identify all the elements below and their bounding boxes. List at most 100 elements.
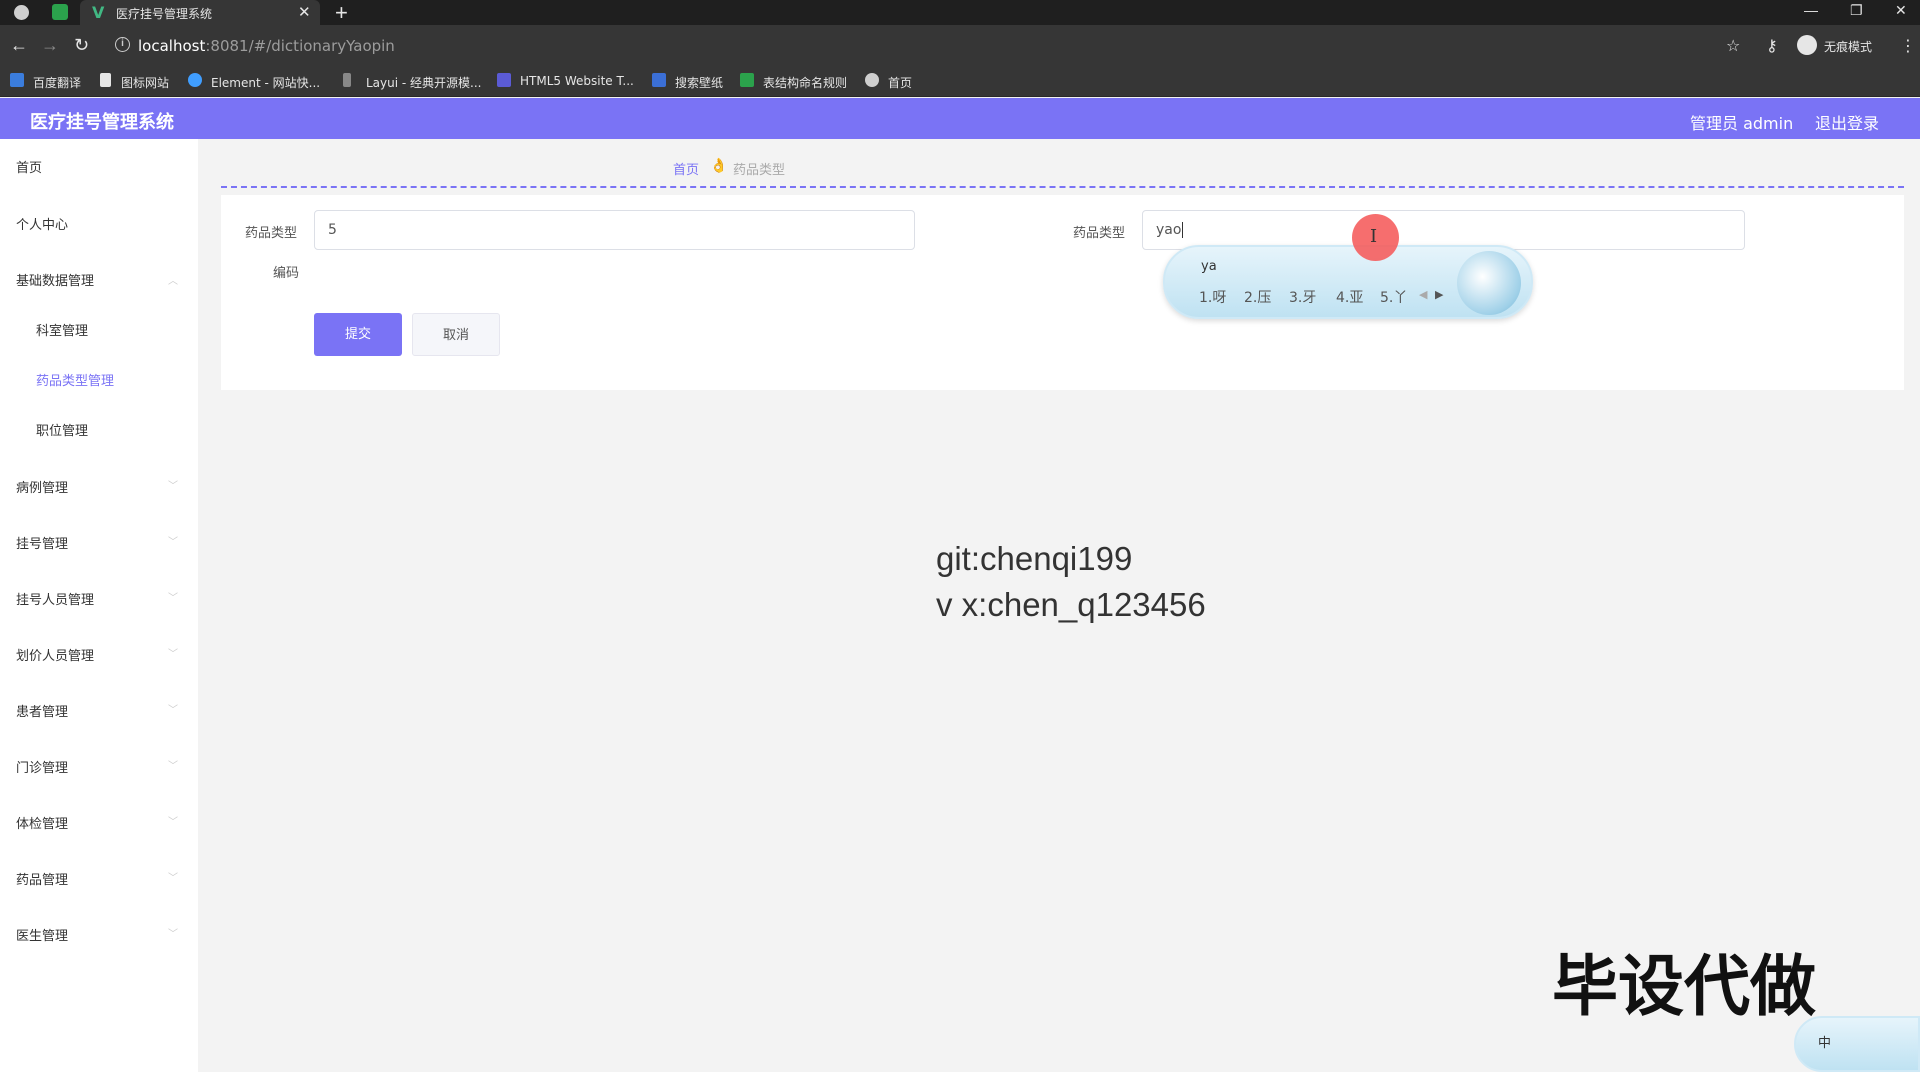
app-title: 医疗挂号管理系统 xyxy=(30,112,174,133)
reload-icon[interactable]: ↻ xyxy=(74,35,89,56)
sidebar-item-registrars[interactable]: 挂号人员管理 xyxy=(16,589,94,608)
browser-tab[interactable]: V 医疗挂号管理系统 ✕ xyxy=(80,0,320,25)
text-cursor-icon: I xyxy=(1370,226,1378,247)
site-info-icon[interactable]: i xyxy=(115,37,130,52)
sidebar-item-registration[interactable]: 挂号管理 xyxy=(16,533,68,552)
breadcrumb-home[interactable]: 首页 xyxy=(673,159,699,178)
tab-close-icon[interactable]: ✕ xyxy=(298,3,311,21)
ime-next-icon[interactable]: ▶ xyxy=(1435,288,1443,301)
ime-candidate[interactable]: 2.压 xyxy=(1244,287,1271,307)
ime-composition: ya xyxy=(1201,259,1217,274)
chevron-down-icon: ﹀ xyxy=(168,593,178,604)
forward-icon[interactable]: → xyxy=(41,35,59,56)
sidebar-item-profile[interactable]: 个人中心 xyxy=(16,214,68,233)
url-path: :8081/#/dictionaryYaopin xyxy=(205,37,395,55)
drug-type-code-label-line2: 编码 xyxy=(273,266,300,281)
sheet-icon xyxy=(740,73,754,87)
sidebar-item-pricers[interactable]: 划价人员管理 xyxy=(16,645,94,664)
layui-icon xyxy=(343,73,351,87)
ime-mascot-icon xyxy=(1457,251,1521,315)
chevron-down-icon: ﹀ xyxy=(168,873,178,884)
window-close-icon[interactable]: ✕ xyxy=(1895,2,1907,19)
watermark-contact: v x:chen_q123456 xyxy=(936,586,1206,623)
chevron-down-icon: ﹀ xyxy=(168,761,178,772)
ime-candidate[interactable]: 1.呀 xyxy=(1199,287,1226,307)
globe-icon xyxy=(865,73,879,87)
logout-link[interactable]: 退出登录 xyxy=(1815,110,1879,134)
bookmark-item[interactable]: Element - 网站快... xyxy=(211,74,320,91)
browser-menu-dots-icon[interactable]: ⋮ xyxy=(1900,36,1916,56)
sidebar-item-positions[interactable]: 职位管理 xyxy=(36,420,88,439)
bookmarks-bar: 百度翻译 图标网站 Element - 网站快... Layui - 经典开源模… xyxy=(0,65,1920,97)
chevron-down-icon: ﹀ xyxy=(168,817,178,828)
divider xyxy=(221,186,1904,188)
chevron-down-icon: ﹀ xyxy=(168,537,178,548)
sidebar-item-departments[interactable]: 科室管理 xyxy=(36,320,88,339)
browser-tab-strip: V 医疗挂号管理系统 ✕ + — ❐ ✕ xyxy=(0,0,1920,25)
ime-mode-label: 中 xyxy=(1818,1036,1832,1051)
pinned-tab-icon[interactable] xyxy=(52,4,68,20)
app-header: 医疗挂号管理系统 管理员 admin 退出登录 xyxy=(0,98,1920,139)
sidebar-item-checkup[interactable]: 体检管理 xyxy=(16,813,68,832)
tab-title: 医疗挂号管理系统 xyxy=(116,7,213,21)
bookmark-item[interactable]: 百度翻译 xyxy=(33,74,81,91)
drug-type-input[interactable]: yao xyxy=(1142,210,1745,250)
ime-candidate[interactable]: 5.丫 xyxy=(1380,287,1407,307)
drug-type-code-input[interactable]: 5 xyxy=(314,210,915,250)
element-icon xyxy=(188,73,202,87)
restore-icon[interactable]: ❐ xyxy=(1850,2,1863,19)
watermark-git: git:chenqi199 xyxy=(936,540,1133,577)
url-host: localhost xyxy=(138,37,206,55)
chevron-down-icon: ﹀ xyxy=(168,929,178,940)
sidebar-item-outpatient[interactable]: 门诊管理 xyxy=(16,757,68,776)
translate-icon xyxy=(10,73,24,87)
bookmark-item[interactable]: Layui - 经典开源模... xyxy=(366,74,481,91)
sidebar-item-drug-types[interactable]: 药品类型管理 xyxy=(36,370,114,389)
bookmark-item[interactable]: HTML5 Website T... xyxy=(520,74,634,88)
ime-candidate-window: ya 1.呀 2.压 3.牙 4.亚 5.丫 ◀ ▶ xyxy=(1163,245,1533,319)
key-icon[interactable]: ⚷ xyxy=(1766,36,1778,56)
ime-status-bar[interactable]: 中 xyxy=(1794,1016,1920,1072)
drug-type-label: 药品类型 xyxy=(1073,226,1126,241)
sidebar-item-home[interactable]: 首页 xyxy=(16,157,42,176)
chevron-down-icon: ﹀ xyxy=(168,705,178,716)
text-caret xyxy=(1182,222,1184,238)
sidebar-item-drugs[interactable]: 药品管理 xyxy=(16,869,68,888)
ime-prev-icon[interactable]: ◀ xyxy=(1419,288,1427,301)
breadcrumb-current: 药品类型 xyxy=(733,163,786,178)
url-field[interactable]: localhost:8081/#/dictionaryYaopin xyxy=(138,37,395,55)
browser-menu-icon[interactable] xyxy=(14,5,29,20)
chevron-down-icon: ﹀ xyxy=(168,649,178,660)
back-icon[interactable]: ← xyxy=(10,35,28,56)
drug-type-input-value: yao xyxy=(1156,222,1182,238)
vue-logo-icon: V xyxy=(92,3,105,22)
sidebar: 首页 个人中心 基础数据管理 ︿ 科室管理 药品类型管理 职位管理 病例管理 ﹀… xyxy=(0,139,198,1072)
submit-button[interactable]: 提交 xyxy=(314,313,402,356)
sidebar-item-doctors[interactable]: 医生管理 xyxy=(16,925,68,944)
bookmark-item[interactable]: 图标网站 xyxy=(121,74,169,91)
cancel-button[interactable]: 取消 xyxy=(412,313,500,356)
bookmark-item[interactable]: 首页 xyxy=(888,74,912,91)
drug-type-code-label: 药品类型 xyxy=(245,226,298,241)
wallpaper-icon xyxy=(652,73,666,87)
chevron-down-icon: ﹀ xyxy=(168,481,178,492)
admin-user: 管理员 admin xyxy=(1690,114,1794,133)
hand-icon: 👌 xyxy=(710,157,728,173)
incognito-label: 无痕模式 xyxy=(1824,40,1873,54)
sidebar-item-basic-data[interactable]: 基础数据管理 xyxy=(16,270,94,289)
html5-icon xyxy=(497,73,511,87)
bookmark-star-icon[interactable]: ☆ xyxy=(1726,36,1740,56)
watermark-big: 毕设代做 xyxy=(1552,948,1816,1025)
minimize-icon[interactable]: — xyxy=(1804,2,1818,18)
incognito-icon[interactable] xyxy=(1797,35,1817,55)
chevron-up-icon: ︿ xyxy=(168,276,178,287)
flag-icon xyxy=(100,73,111,87)
bookmark-item[interactable]: 搜索壁纸 xyxy=(675,74,723,91)
sidebar-item-cases[interactable]: 病例管理 xyxy=(16,477,68,496)
bookmark-item[interactable]: 表结构命名规则 xyxy=(763,74,847,91)
ime-candidate[interactable]: 4.亚 xyxy=(1336,287,1363,307)
ime-candidate[interactable]: 3.牙 xyxy=(1289,287,1316,307)
sidebar-item-patients[interactable]: 患者管理 xyxy=(16,701,68,720)
address-bar-row: ← → ↻ i localhost:8081/#/dictionaryYaopi… xyxy=(0,25,1920,65)
new-tab-icon[interactable]: + xyxy=(335,0,348,26)
